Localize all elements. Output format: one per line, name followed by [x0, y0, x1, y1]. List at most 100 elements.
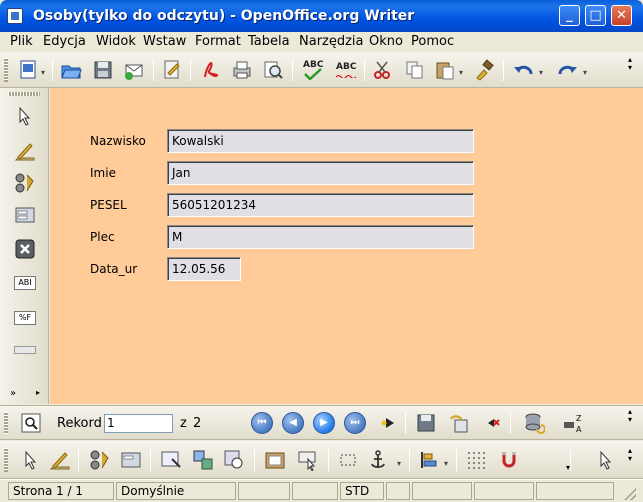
chevron-down-icon[interactable]: ▾	[583, 68, 587, 77]
print-icon[interactable]	[231, 59, 253, 81]
menu-format[interactable]: Format	[195, 34, 241, 49]
paste-icon[interactable]	[434, 59, 456, 81]
svg-text:Z: Z	[576, 414, 582, 423]
formatted-field-icon[interactable]: %F	[14, 311, 36, 325]
menu-plik[interactable]: Plik	[10, 34, 33, 49]
menu-widok[interactable]: Widok	[96, 34, 136, 49]
select-pointer-icon[interactable]	[14, 105, 36, 127]
toolbar-overflow-icon[interactable]: ▾	[566, 463, 570, 472]
cancel-x-icon[interactable]	[14, 238, 36, 260]
menu-pomoc[interactable]: Pomoc	[411, 34, 454, 49]
chevron-down-icon[interactable]: ▾	[539, 68, 543, 77]
close-button[interactable]: ✕	[611, 5, 632, 26]
menu-tabela[interactable]: Tabela	[248, 34, 290, 49]
svg-text:A: A	[576, 425, 582, 434]
copy-icon[interactable]	[404, 59, 426, 81]
save-record-icon[interactable]	[415, 412, 437, 434]
select-pointer-icon[interactable]	[595, 449, 617, 471]
save-icon[interactable]	[92, 59, 114, 81]
add-field-icon[interactable]	[192, 449, 214, 471]
export-pdf-icon[interactable]	[200, 59, 222, 81]
menu-wstaw[interactable]: Wstaw	[143, 34, 186, 49]
last-record-button[interactable]: ⏭	[344, 412, 366, 434]
autospellcheck-button[interactable]: ABC	[334, 60, 358, 82]
form-navigator-icon[interactable]	[160, 449, 182, 471]
status-page-style[interactable]: Domyślnie	[116, 482, 236, 500]
menu-edycja[interactable]: Edycja	[43, 34, 86, 49]
spellcheck-button[interactable]: ABC	[301, 60, 325, 82]
toolbar-separator	[409, 449, 410, 471]
status-bar: Strona 1 / 1 Domyślnie STD	[0, 479, 643, 502]
chevron-down-icon[interactable]: ▾	[397, 459, 401, 468]
select-pointer-icon[interactable]	[20, 449, 42, 471]
menu-okno[interactable]: Okno	[369, 34, 403, 49]
status-modified	[386, 482, 410, 500]
status-selection-mode[interactable]: STD	[340, 482, 384, 500]
toolbar-grip[interactable]	[4, 412, 8, 434]
maximize-button[interactable]: □	[585, 5, 606, 26]
input-plec[interactable]: M	[167, 225, 474, 249]
form-properties-icon[interactable]	[14, 204, 36, 226]
input-imie[interactable]: Jan	[167, 161, 474, 185]
format-paintbrush-icon[interactable]	[474, 59, 496, 81]
record-number-input[interactable]: 1	[104, 414, 173, 433]
toolbar-grip[interactable]	[8, 92, 40, 96]
anchor-icon[interactable]	[367, 449, 389, 471]
search-record-icon[interactable]	[20, 412, 42, 434]
edit-document-icon[interactable]	[161, 59, 183, 81]
resize-grip-icon[interactable]	[624, 488, 636, 500]
activation-order-icon[interactable]	[223, 449, 245, 471]
input-nazwisko[interactable]: Kowalski	[167, 129, 474, 153]
delete-record-icon[interactable]	[481, 412, 503, 434]
snap-to-grid-icon[interactable]	[498, 449, 520, 471]
checkmark-icon	[304, 68, 322, 80]
alignment-icon[interactable]	[418, 449, 440, 471]
input-pesel[interactable]: 56051201234	[167, 193, 474, 217]
sort-icon[interactable]: Z A	[562, 412, 584, 434]
undo-record-icon[interactable]	[447, 412, 469, 434]
refresh-data-icon[interactable]	[523, 412, 545, 434]
redo-icon[interactable]	[556, 59, 578, 81]
control-properties-icon[interactable]	[89, 449, 111, 471]
auto-control-focus-icon[interactable]	[297, 449, 319, 471]
undo-icon[interactable]	[513, 59, 535, 81]
chevron-right-icon[interactable]: ▸	[36, 388, 40, 397]
table-control-icon[interactable]	[14, 346, 36, 354]
control-properties-icon[interactable]	[14, 172, 36, 194]
form-properties-icon[interactable]	[120, 449, 142, 471]
toolbar-overflow-icon[interactable]: ▴ ▾	[628, 56, 632, 72]
next-record-button[interactable]: ▶	[313, 412, 335, 434]
record-navigation-bar: Rekord 1 z 2 ⏮ ◀ ▶ ⏭ Z A ▴ ▾	[0, 405, 643, 440]
previous-record-icon: ◀	[289, 417, 297, 428]
page-preview-icon[interactable]	[262, 59, 284, 81]
first-record-button[interactable]: ⏮	[251, 412, 273, 434]
writer-app-icon	[7, 8, 23, 24]
cut-icon[interactable]	[372, 59, 394, 81]
toolbar-overflow-icon[interactable]: ▴ ▾	[628, 408, 632, 424]
wavy-underline-icon	[336, 75, 356, 78]
minimize-button[interactable]: _	[559, 5, 580, 26]
edit-file-icon[interactable]	[18, 59, 40, 81]
design-mode-icon[interactable]	[14, 140, 36, 162]
previous-record-button[interactable]: ◀	[282, 412, 304, 434]
label-pesel: PESEL	[90, 198, 127, 212]
chevron-down-icon[interactable]: ▾	[41, 68, 45, 77]
open-folder-icon[interactable]	[60, 59, 82, 81]
input-data-ur[interactable]: 12.05.56	[167, 257, 241, 281]
toolbar-grip[interactable]	[4, 58, 8, 82]
toolbar-separator	[150, 449, 151, 471]
menu-narzedzia[interactable]: Narzędzia	[299, 34, 364, 49]
new-record-icon[interactable]	[378, 412, 400, 434]
chevron-down-icon[interactable]: ▾	[444, 459, 448, 468]
toolbar-grip[interactable]	[4, 448, 8, 472]
text-box-control-icon[interactable]: ABI	[14, 276, 36, 290]
status-empty-1	[238, 482, 290, 500]
email-icon[interactable]	[123, 59, 145, 81]
toolbar-overflow-icon[interactable]: ▴ ▾	[628, 447, 632, 463]
display-grid-icon[interactable]	[465, 449, 487, 471]
open-design-mode-icon[interactable]	[264, 449, 286, 471]
design-mode-icon[interactable]	[49, 449, 71, 471]
chevron-down-icon[interactable]: ▾	[459, 68, 463, 77]
position-size-icon[interactable]	[337, 449, 359, 471]
chevron-down-icon[interactable]: »	[10, 388, 16, 399]
